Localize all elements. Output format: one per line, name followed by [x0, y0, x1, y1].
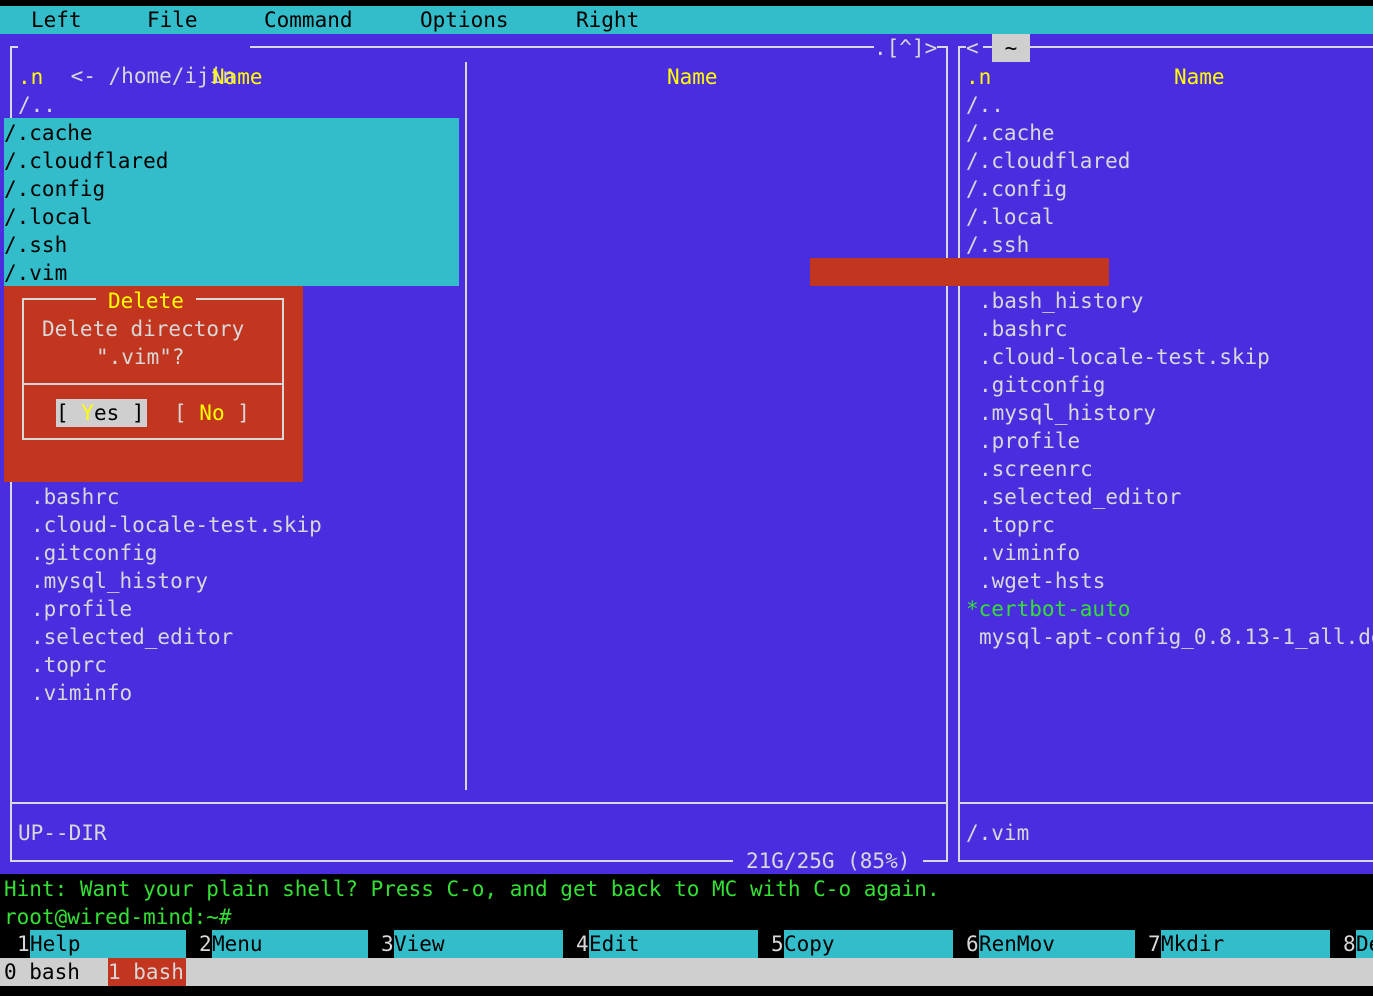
list-item[interactable]: .cloud-locale-test.skip	[979, 343, 1270, 371]
list-item[interactable]: .mysql_history	[31, 567, 208, 595]
right-col-name[interactable]: Name	[1174, 63, 1225, 91]
list-item[interactable]: .viminfo	[31, 679, 132, 707]
menu-options[interactable]: Options	[420, 6, 509, 34]
list-item[interactable]: .gitconfig	[31, 539, 157, 567]
left-col-name-2[interactable]: Name	[667, 63, 718, 91]
menu-right[interactable]: Right	[576, 6, 639, 34]
list-item[interactable]: /..	[966, 91, 1004, 119]
fkey-view-button[interactable]: View	[394, 930, 563, 958]
menu-left[interactable]: Left	[31, 6, 82, 34]
list-item[interactable]: .viminfo	[979, 539, 1080, 567]
fkey-num: 2	[199, 932, 212, 956]
fkey-mkdir-button[interactable]: Mkdir	[1161, 930, 1330, 958]
left-panel-history[interactable]: .[^]>	[874, 34, 938, 62]
list-item[interactable]: .bashrc	[979, 315, 1068, 343]
list-item[interactable]: .toprc	[979, 511, 1055, 539]
list-item[interactable]: .cloud-locale-test.skip	[31, 511, 322, 539]
fkey-num: 7	[1148, 932, 1161, 956]
menu-bar: Left File Command Options Right	[0, 6, 1373, 34]
fkey-num: 5	[771, 932, 784, 956]
left-updir[interactable]: /..	[18, 91, 56, 119]
dialog-divider	[22, 383, 284, 385]
right-panel-back-arrow[interactable]: <	[966, 34, 983, 62]
function-key-bar: 1 Help 2 Menu 3 View 4 Edit 5 Copy 6 Ren…	[0, 930, 1373, 958]
shell-prompt[interactable]: root@wired-mind:~#	[4, 903, 232, 931]
list-item[interactable]: /.cache	[4, 119, 93, 147]
hint-area: Hint: Want your plain shell? Press C-o, …	[0, 874, 1373, 930]
menu-command[interactable]: Command	[264, 6, 353, 34]
list-item[interactable]: /.cloudflared	[4, 147, 168, 175]
no-label: No	[199, 401, 225, 425]
menu-file[interactable]: File	[147, 6, 198, 34]
fkey-num: 8	[1343, 932, 1356, 956]
tmux-window-1-active[interactable]: 1 bash	[108, 958, 186, 986]
fkey-delete-button[interactable]: De	[1356, 930, 1373, 958]
fkey-help-button[interactable]: Help	[30, 930, 186, 958]
fkey-num: 4	[576, 932, 589, 956]
left-col-name-1[interactable]: Name	[212, 63, 263, 91]
fkey-renmov-button[interactable]: RenMov	[979, 930, 1135, 958]
list-item[interactable]: /.vim	[4, 259, 67, 287]
tmux-status-bar: 0 bash 1 bash	[0, 958, 1373, 986]
dialog-target: ".vim"?	[96, 345, 185, 369]
list-item[interactable]: /.cache	[966, 119, 1055, 147]
list-item[interactable]: mysql-apt-config_0.8.13-1_all.deb	[979, 623, 1373, 651]
fkey-num: 6	[966, 932, 979, 956]
left-panel-back-arrow[interactable]: <-	[71, 64, 96, 88]
list-item[interactable]: /.ssh	[966, 231, 1029, 259]
disk-usage: 21G/25G (85%)	[733, 847, 924, 875]
left-column-divider	[465, 62, 467, 790]
list-item[interactable]: .bash_history	[979, 287, 1143, 315]
right-panel-path: ~	[992, 34, 1030, 62]
list-item-executable[interactable]: *certbot-auto	[966, 595, 1130, 623]
list-item[interactable]: .screenrc	[979, 455, 1093, 483]
list-item[interactable]: .toprc	[31, 651, 107, 679]
list-item[interactable]: /.ssh	[4, 231, 67, 259]
list-item[interactable]: .selected_editor	[31, 623, 233, 651]
right-status-line: /.vim	[966, 821, 1030, 845]
dialog-title: Delete	[96, 287, 196, 315]
fkey-copy-button[interactable]: Copy	[784, 930, 953, 958]
dialog-shadow-bar	[810, 258, 1109, 286]
dialog-message: Delete directory	[42, 317, 245, 341]
list-item[interactable]: /.local	[966, 203, 1055, 231]
fkey-num: 3	[381, 932, 394, 956]
left-sort-indicator[interactable]: .n	[18, 63, 43, 91]
right-sort-indicator[interactable]: .n	[966, 63, 991, 91]
tmux-window-0[interactable]: 0 bash	[4, 958, 80, 986]
list-item[interactable]: /.config	[966, 175, 1067, 203]
left-status-line: UP--DIR	[18, 821, 107, 845]
yes-hotkey: Y	[81, 401, 94, 425]
list-item[interactable]: .profile	[979, 427, 1080, 455]
fkey-menu-button[interactable]: Menu	[212, 930, 368, 958]
fkey-num: 1	[17, 932, 30, 956]
list-item[interactable]: .mysql_history	[979, 399, 1156, 427]
fkey-edit-button[interactable]: Edit	[589, 930, 758, 958]
no-button[interactable]: [ No ]	[174, 399, 250, 427]
yes-button[interactable]: [ Yes ]	[56, 399, 147, 427]
hint-text: Hint: Want your plain shell? Press C-o, …	[4, 877, 940, 901]
list-item[interactable]: /.local	[4, 203, 93, 231]
list-item[interactable]: .profile	[31, 595, 132, 623]
list-item[interactable]: .gitconfig	[979, 371, 1105, 399]
list-item[interactable]: .bashrc	[31, 483, 120, 511]
list-item[interactable]: .wget-hsts	[979, 567, 1105, 595]
right-status-divider	[958, 802, 1373, 804]
list-item[interactable]: /.cloudflared	[966, 147, 1130, 175]
left-status-divider	[10, 802, 948, 804]
list-item[interactable]: /.config	[4, 175, 105, 203]
list-item[interactable]: .selected_editor	[979, 483, 1181, 511]
